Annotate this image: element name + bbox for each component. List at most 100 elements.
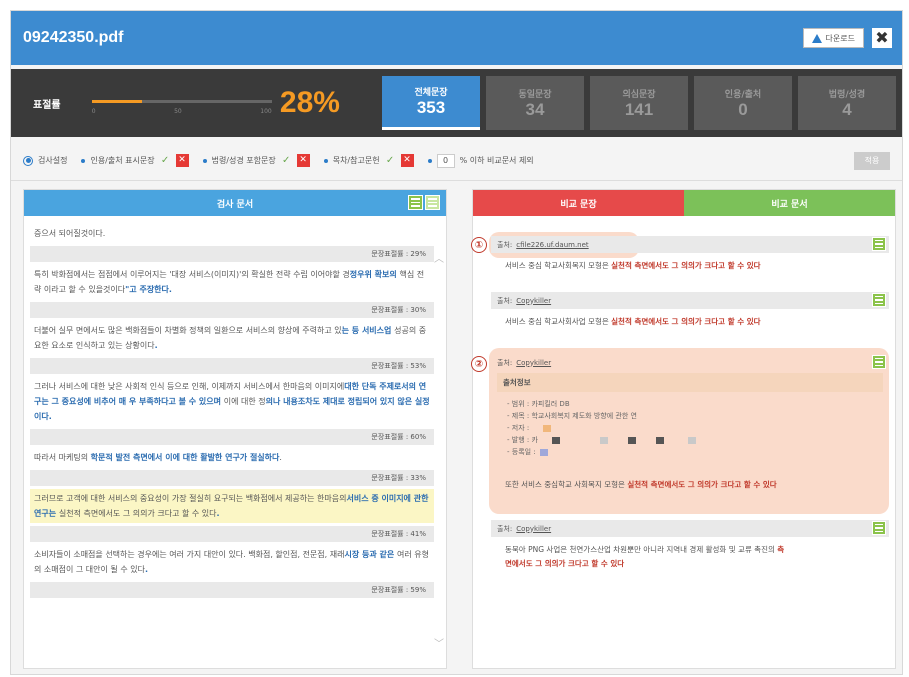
source-item: 출처: Copykiller 출처정보 - 범위 : 카피킬러 DB - 제목 … bbox=[491, 354, 889, 502]
chevron-up-icon[interactable]: ︿ bbox=[434, 250, 444, 265]
tab-label: 전체문장 bbox=[414, 88, 448, 98]
view-toggle bbox=[408, 195, 440, 210]
title-bar: 09242350.pdf 다운로드 ✖ bbox=[11, 11, 902, 65]
plagiarism-rate-label: 표절률 bbox=[33, 99, 61, 111]
download-label: 다운로드 bbox=[825, 33, 855, 43]
document-sentence[interactable]: 그러므로 고객에 대한 서비스의 중요성이 가장 절실히 요구되는 백화점에서 … bbox=[30, 489, 434, 523]
source-prefix: 출처: bbox=[497, 296, 513, 305]
check-icon[interactable]: ✓ bbox=[281, 155, 292, 166]
bullet-icon bbox=[81, 158, 86, 163]
source-link[interactable]: Copykiller bbox=[516, 297, 551, 305]
plagiarism-progress: 0 50 100 bbox=[91, 88, 272, 118]
x-icon[interactable]: ✕ bbox=[400, 154, 414, 167]
matched-text: 정우위 확보의 bbox=[349, 270, 400, 279]
tab-all-sentences[interactable]: 전체문장 353 bbox=[382, 76, 481, 130]
option-label: 인용/출처 표시문장 bbox=[90, 156, 155, 165]
sentence-plagiarism-rate: 문장표절률 : 60% bbox=[30, 429, 434, 445]
bullet-icon bbox=[202, 158, 207, 163]
source-sentence: 서비스 중심 학교사회복지 모형은 실천적 측면에서도 그 의의가 크다고 할 … bbox=[491, 253, 889, 283]
sentence-text: 소비자들이 소매점을 선택하는 경우에는 여러 가지 대안이 있다. 백화점, … bbox=[34, 550, 345, 559]
chevron-down-icon[interactable]: ﹀ bbox=[434, 635, 444, 650]
scrollbar[interactable]: ︿ ﹀ bbox=[434, 250, 444, 650]
info-line-text: - 저자 : bbox=[507, 424, 530, 432]
bullet-icon bbox=[427, 158, 432, 163]
list-icon[interactable] bbox=[872, 521, 886, 535]
matched-text: 측 bbox=[777, 545, 785, 554]
x-icon[interactable]: ✕ bbox=[296, 154, 310, 167]
annotation-badge-1: ① bbox=[471, 237, 487, 253]
tab-compare-document[interactable]: 비교 문서 bbox=[684, 190, 895, 216]
document-sentence[interactable]: 따라서 마케팅의 학문적 발전 측면에서 이에 대한 활발한 연구가 절실하다. bbox=[30, 448, 434, 467]
info-line: - 범위 : 카피킬러 DB bbox=[507, 400, 570, 408]
download-button[interactable]: 다운로드 bbox=[802, 28, 864, 48]
document-sentence[interactable]: 특히 박화점에서는 점점에서 이루어지는 '대장 서비스(이미지)'의 확실한 … bbox=[30, 265, 434, 299]
list-icon[interactable] bbox=[872, 355, 886, 369]
sentence-text: 더불어 실무 면에서도 많은 백화점들이 차별화 정책의 일환으로 서비스의 향… bbox=[34, 326, 342, 335]
source-link[interactable]: Copykiller bbox=[516, 359, 551, 367]
check-icon[interactable]: ✓ bbox=[160, 155, 171, 166]
tab-identical-sentences[interactable]: 동일문장 34 bbox=[486, 76, 585, 130]
list-icon[interactable] bbox=[872, 293, 886, 307]
bullet-icon bbox=[323, 158, 328, 163]
source-prefix: 출처: bbox=[497, 358, 513, 367]
list-icon[interactable] bbox=[872, 237, 886, 251]
check-settings-option[interactable]: 검사설정 bbox=[23, 155, 67, 166]
sentence-plagiarism-rate: 문장표절률 : 33% bbox=[30, 470, 434, 486]
tab-compare-sentence[interactable]: 비교 문장 bbox=[473, 190, 684, 216]
document-title: 09242350.pdf bbox=[23, 29, 124, 46]
matched-text: 학문적 발전 측면에서 이에 대한 활발한 연구가 절실하다 bbox=[90, 453, 280, 462]
progress-tick: 100 bbox=[260, 108, 272, 115]
check-icon[interactable]: ✓ bbox=[385, 155, 396, 166]
progress-tick: 50 bbox=[174, 108, 182, 115]
info-line: - 제목 : 학교사회복지 제도화 방향에 관한 연 bbox=[507, 412, 637, 420]
document-sentence[interactable]: 소비자들이 소매점을 선택하는 경우에는 여러 가지 대안이 있다. 백화점, … bbox=[30, 545, 434, 579]
apply-button[interactable]: 적용 bbox=[854, 151, 890, 170]
x-icon[interactable]: ✕ bbox=[175, 154, 189, 167]
source-sentence: 또한 서비스 중심학교 사회복지 모형은 실천적 측면에서도 그 의의가 크다고… bbox=[491, 466, 889, 502]
redacted-block bbox=[543, 424, 552, 432]
sentence-text: 이에 대한 정 bbox=[223, 397, 266, 406]
source-item: 출처: cfile226.uf.daum.net 서비스 중심 학교사회복지 모… bbox=[491, 236, 889, 283]
tab-count: 353 bbox=[416, 98, 446, 117]
close-button[interactable]: ✖ bbox=[872, 28, 892, 48]
document-sentence[interactable]: 증으서 되어질것이다. bbox=[30, 224, 434, 243]
matched-text: "고 주장한다. bbox=[125, 285, 172, 294]
list-icon[interactable] bbox=[425, 195, 440, 210]
option-label: 목차/참고문헌 bbox=[332, 156, 380, 165]
matched-text: 실천적 측면에서도 그 의의가 크다고 할 수 있다 bbox=[611, 317, 761, 326]
matched-text: 실천적 측면에서도 그 의의가 크다고 할 수 있다 bbox=[611, 261, 761, 270]
progress-track bbox=[91, 100, 272, 103]
info-line: - 저자 : bbox=[507, 422, 873, 434]
sentence-plagiarism-rate: 문장표절률 : 29% bbox=[30, 246, 434, 262]
threshold-input[interactable]: 0 bbox=[436, 153, 455, 168]
checked-document-panel: 검사 문서 증으서 되어질것이다. 문장표절률 : 29% 특히 박화점에서는 점점… bbox=[23, 189, 447, 669]
sentence-plagiarism-rate: 문장표절률 : 41% bbox=[30, 526, 434, 542]
close-icon: ✖ bbox=[875, 28, 889, 47]
source-header: 출처: Copykiller bbox=[491, 354, 889, 371]
sentence-text: 실천적 측면에서도 그 의의가 크다고 할 수 있다 bbox=[58, 509, 217, 518]
threshold-label: % 이하 비교문서 제외 bbox=[459, 156, 534, 165]
matched-text: 는 등 서비스업 bbox=[341, 326, 395, 335]
option-citation: 인용/출처 표시문장 ✓ ✕ bbox=[81, 154, 189, 167]
source-item: 출처: Copykiller 서비스 중심 학교사회사업 모형은 실천적 측면에… bbox=[491, 292, 889, 339]
tab-citation-sentences[interactable]: 인용/출처 0 bbox=[694, 76, 793, 130]
document-sentence[interactable]: 더불어 실무 면에서도 많은 백화점들이 차별화 정책의 일환으로 서비스의 향… bbox=[30, 321, 434, 355]
document-sentence[interactable]: 그러나 서비스에 대한 낮은 사회적 인식 등으로 인해, 이제까지 서비스에서… bbox=[30, 377, 434, 426]
sentence-text: 서비스 중심 학교사회사업 모형은 bbox=[505, 317, 612, 326]
tab-suspicious-sentences[interactable]: 의심문장 141 bbox=[590, 76, 689, 130]
tab-count: 34 bbox=[525, 99, 545, 119]
tab-law-bible-sentences[interactable]: 법령/성경 4 bbox=[798, 76, 897, 130]
check-settings-label: 검사설정 bbox=[38, 156, 68, 165]
compare-body[interactable]: 출처: cfile226.uf.daum.net 서비스 중심 학교사회복지 모… bbox=[491, 236, 889, 666]
tab-count: 141 bbox=[624, 99, 654, 119]
matched-text: 실천적 측면에서도 그 의의가 크다고 할 수 있다 bbox=[627, 480, 777, 489]
source-link[interactable]: cfile226.uf.daum.net bbox=[516, 241, 588, 249]
list-icon[interactable] bbox=[408, 195, 423, 210]
sentence-plagiarism-rate: 문장표절률 : 59% bbox=[30, 582, 434, 598]
panel-title: 검사 문서 bbox=[216, 199, 254, 210]
check-settings-bar: 검사설정 인용/출처 표시문장 ✓ ✕ 법령/성경 포함문장 ✓ ✕ 목차/참고… bbox=[11, 141, 902, 181]
info-line: - 등록일 : bbox=[507, 446, 873, 458]
checked-document-body[interactable]: 증으서 되어질것이다. 문장표절률 : 29% 특히 박화점에서는 점점에서 이루어… bbox=[30, 224, 434, 664]
redacted-block bbox=[627, 436, 636, 444]
source-link[interactable]: Copykiller bbox=[516, 525, 551, 533]
